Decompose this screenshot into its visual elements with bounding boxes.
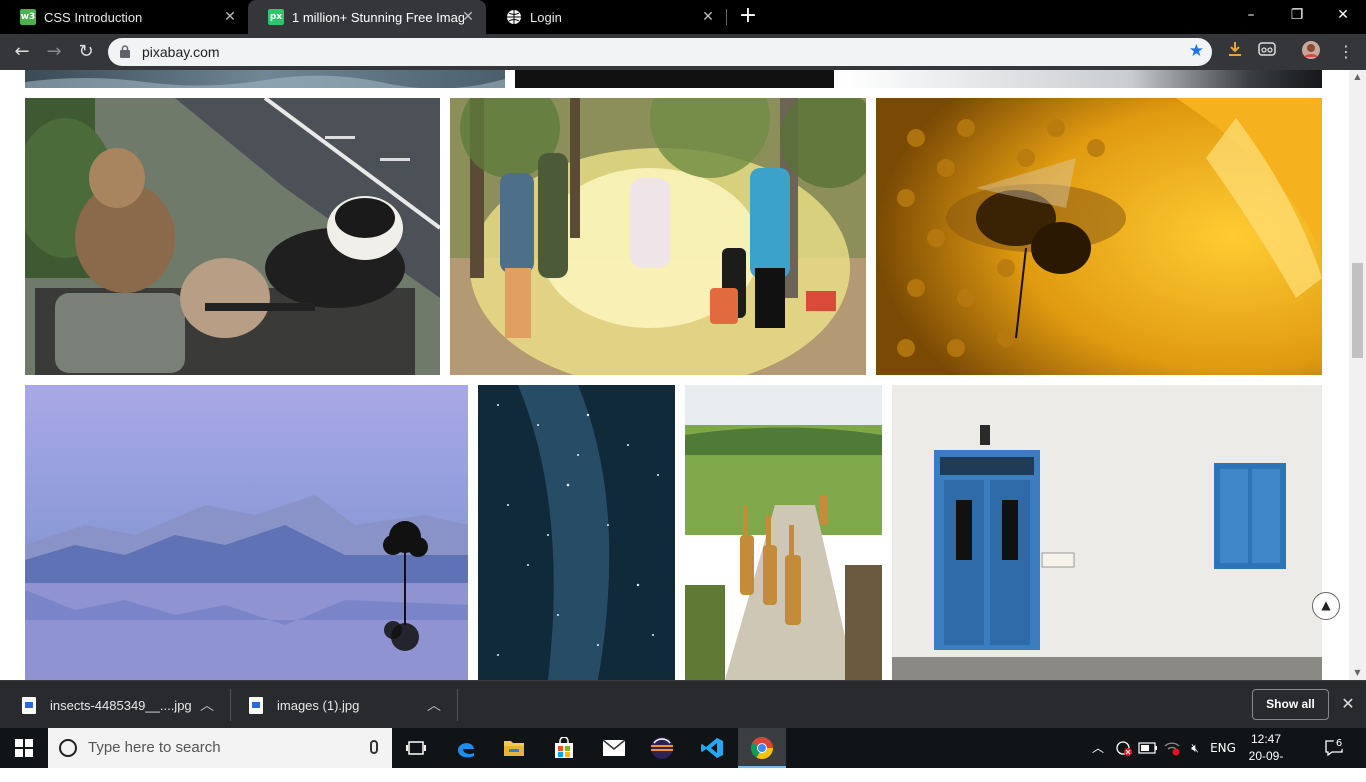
chrome-menu-button[interactable]: ⋮ <box>1334 40 1358 64</box>
tab-title: 1 million+ Stunning Free Images <box>292 9 464 25</box>
tab-css-introduction[interactable]: w3 CSS Introduction ✕ <box>0 0 248 34</box>
microphone-icon[interactable] <box>370 740 378 754</box>
tab-login[interactable]: Login ✕ <box>486 0 726 34</box>
image-file-icon <box>249 696 263 714</box>
language-indicator[interactable]: ENG <box>1208 728 1238 768</box>
mail-app-icon[interactable] <box>590 728 638 768</box>
shelf-separator <box>230 689 231 721</box>
search-placeholder: Type here to search <box>88 739 221 756</box>
system-clock[interactable]: 12:47 20-09-2019 <box>1236 731 1296 782</box>
pixabay-gallery <box>0 70 1349 680</box>
globe-icon <box>506 9 522 25</box>
clock-time: 12:47 <box>1250 732 1282 746</box>
notification-count-badge: 6 <box>1333 738 1345 750</box>
page-scrollbar[interactable]: ▲ ▼ <box>1349 70 1366 680</box>
restore-button[interactable]: ❐ <box>1274 0 1320 32</box>
close-tab-icon[interactable]: ✕ <box>700 9 716 25</box>
url-text[interactable]: pixabay.com <box>142 38 220 66</box>
tab-pixabay[interactable]: px 1 million+ Stunning Free Images ✕ <box>248 0 486 34</box>
vscode-app-icon[interactable] <box>688 728 736 768</box>
clock-date: 20-09-2019 <box>1248 749 1284 780</box>
photo-dogs-on-atv[interactable] <box>25 98 440 375</box>
chevron-up-icon[interactable]: ︿ <box>200 695 214 715</box>
address-bar[interactable]: pixabay.com ★ <box>108 38 1212 66</box>
bookmark-star-icon[interactable]: ★ <box>1189 41 1204 61</box>
task-view-button[interactable] <box>392 728 440 768</box>
network-disconnected-icon[interactable] <box>1112 728 1134 768</box>
download-item[interactable]: insects-4485349__....jpg ︿ <box>22 681 227 729</box>
back-to-top-button[interactable]: ▲ <box>1312 592 1340 620</box>
tray-chevron-up-icon[interactable]: ︿ <box>1088 728 1108 768</box>
download-item[interactable]: images (1).jpg ︿ <box>249 681 454 729</box>
start-button[interactable] <box>0 728 48 768</box>
photo-blue-door-white-wall[interactable] <box>892 385 1322 680</box>
tab-strip: w3 CSS Introduction ✕ px 1 million+ Stun… <box>0 0 1366 34</box>
back-button[interactable]: ← <box>8 38 36 66</box>
action-center-button[interactable]: 6 <box>1318 728 1350 768</box>
scroll-up-arrow[interactable]: ▲ <box>1349 70 1366 84</box>
close-tab-icon[interactable]: ✕ <box>222 9 238 25</box>
file-explorer-icon[interactable] <box>490 728 538 768</box>
media-icon[interactable] <box>1255 40 1279 64</box>
edge-app-icon[interactable] <box>442 728 490 768</box>
browser-toolbar: ← → ↻ pixabay.com ★ ⋮ <box>0 34 1366 70</box>
photo-blue-mountain-lake-tree[interactable] <box>25 385 468 680</box>
forward-button[interactable]: → <box>40 38 68 66</box>
w3schools-favicon-icon: w3 <box>20 9 36 25</box>
download-filename: insects-4485349__....jpg <box>50 697 192 713</box>
chevron-up-icon[interactable]: ︿ <box>427 695 441 715</box>
photo-gray-gradient[interactable] <box>844 70 1322 88</box>
image-file-icon <box>22 696 36 714</box>
photo-dark[interactable] <box>515 70 834 88</box>
taskbar-search-box[interactable]: Type here to search <box>48 728 392 768</box>
photo-bee-on-sunflower[interactable] <box>876 98 1322 375</box>
download-filename: images (1).jpg <box>277 697 360 713</box>
wifi-off-icon[interactable] <box>1160 728 1184 768</box>
new-tab-button[interactable]: + <box>736 4 760 28</box>
eclipse-app-icon[interactable] <box>638 728 686 768</box>
chrome-app-icon[interactable] <box>738 728 786 768</box>
volume-muted-icon[interactable]: 🔇︎ <box>1184 728 1206 768</box>
windows-logo-icon <box>15 739 33 757</box>
profile-avatar[interactable] <box>1299 40 1323 64</box>
photo-milky-way-stars[interactable] <box>478 385 675 680</box>
close-tab-icon[interactable]: ✕ <box>460 9 476 25</box>
close-window-button[interactable]: ✕ <box>1320 0 1366 32</box>
cortana-icon <box>59 739 77 757</box>
windows-taskbar: Type here to search ︿ 🔇︎ ENG 12:47 20-09… <box>0 728 1366 780</box>
photo-family-holi-color-powder[interactable] <box>450 98 866 375</box>
photo-water-rocks[interactable] <box>25 70 505 88</box>
lock-icon <box>120 45 130 58</box>
download-shelf: insects-4485349__....jpg ︿ images (1).jp… <box>0 680 1366 728</box>
pixabay-favicon-icon: px <box>268 9 284 25</box>
tab-separator <box>726 9 727 25</box>
minimize-button[interactable]: – <box>1228 0 1274 32</box>
reload-button[interactable]: ↻ <box>72 38 100 66</box>
scroll-down-arrow[interactable]: ▼ <box>1349 666 1366 680</box>
close-shelf-button[interactable]: ✕ <box>1337 693 1359 715</box>
download-arrow-icon[interactable] <box>1223 40 1247 64</box>
shelf-separator <box>457 689 458 721</box>
tab-title: CSS Introduction <box>44 9 143 25</box>
tab-title: Login <box>530 9 562 25</box>
show-all-button[interactable]: Show all <box>1252 689 1329 720</box>
store-app-icon[interactable] <box>540 728 588 768</box>
scrollbar-thumb[interactable] <box>1352 263 1363 358</box>
photo-giraffes-in-park[interactable] <box>685 385 882 680</box>
battery-icon[interactable] <box>1136 728 1160 768</box>
